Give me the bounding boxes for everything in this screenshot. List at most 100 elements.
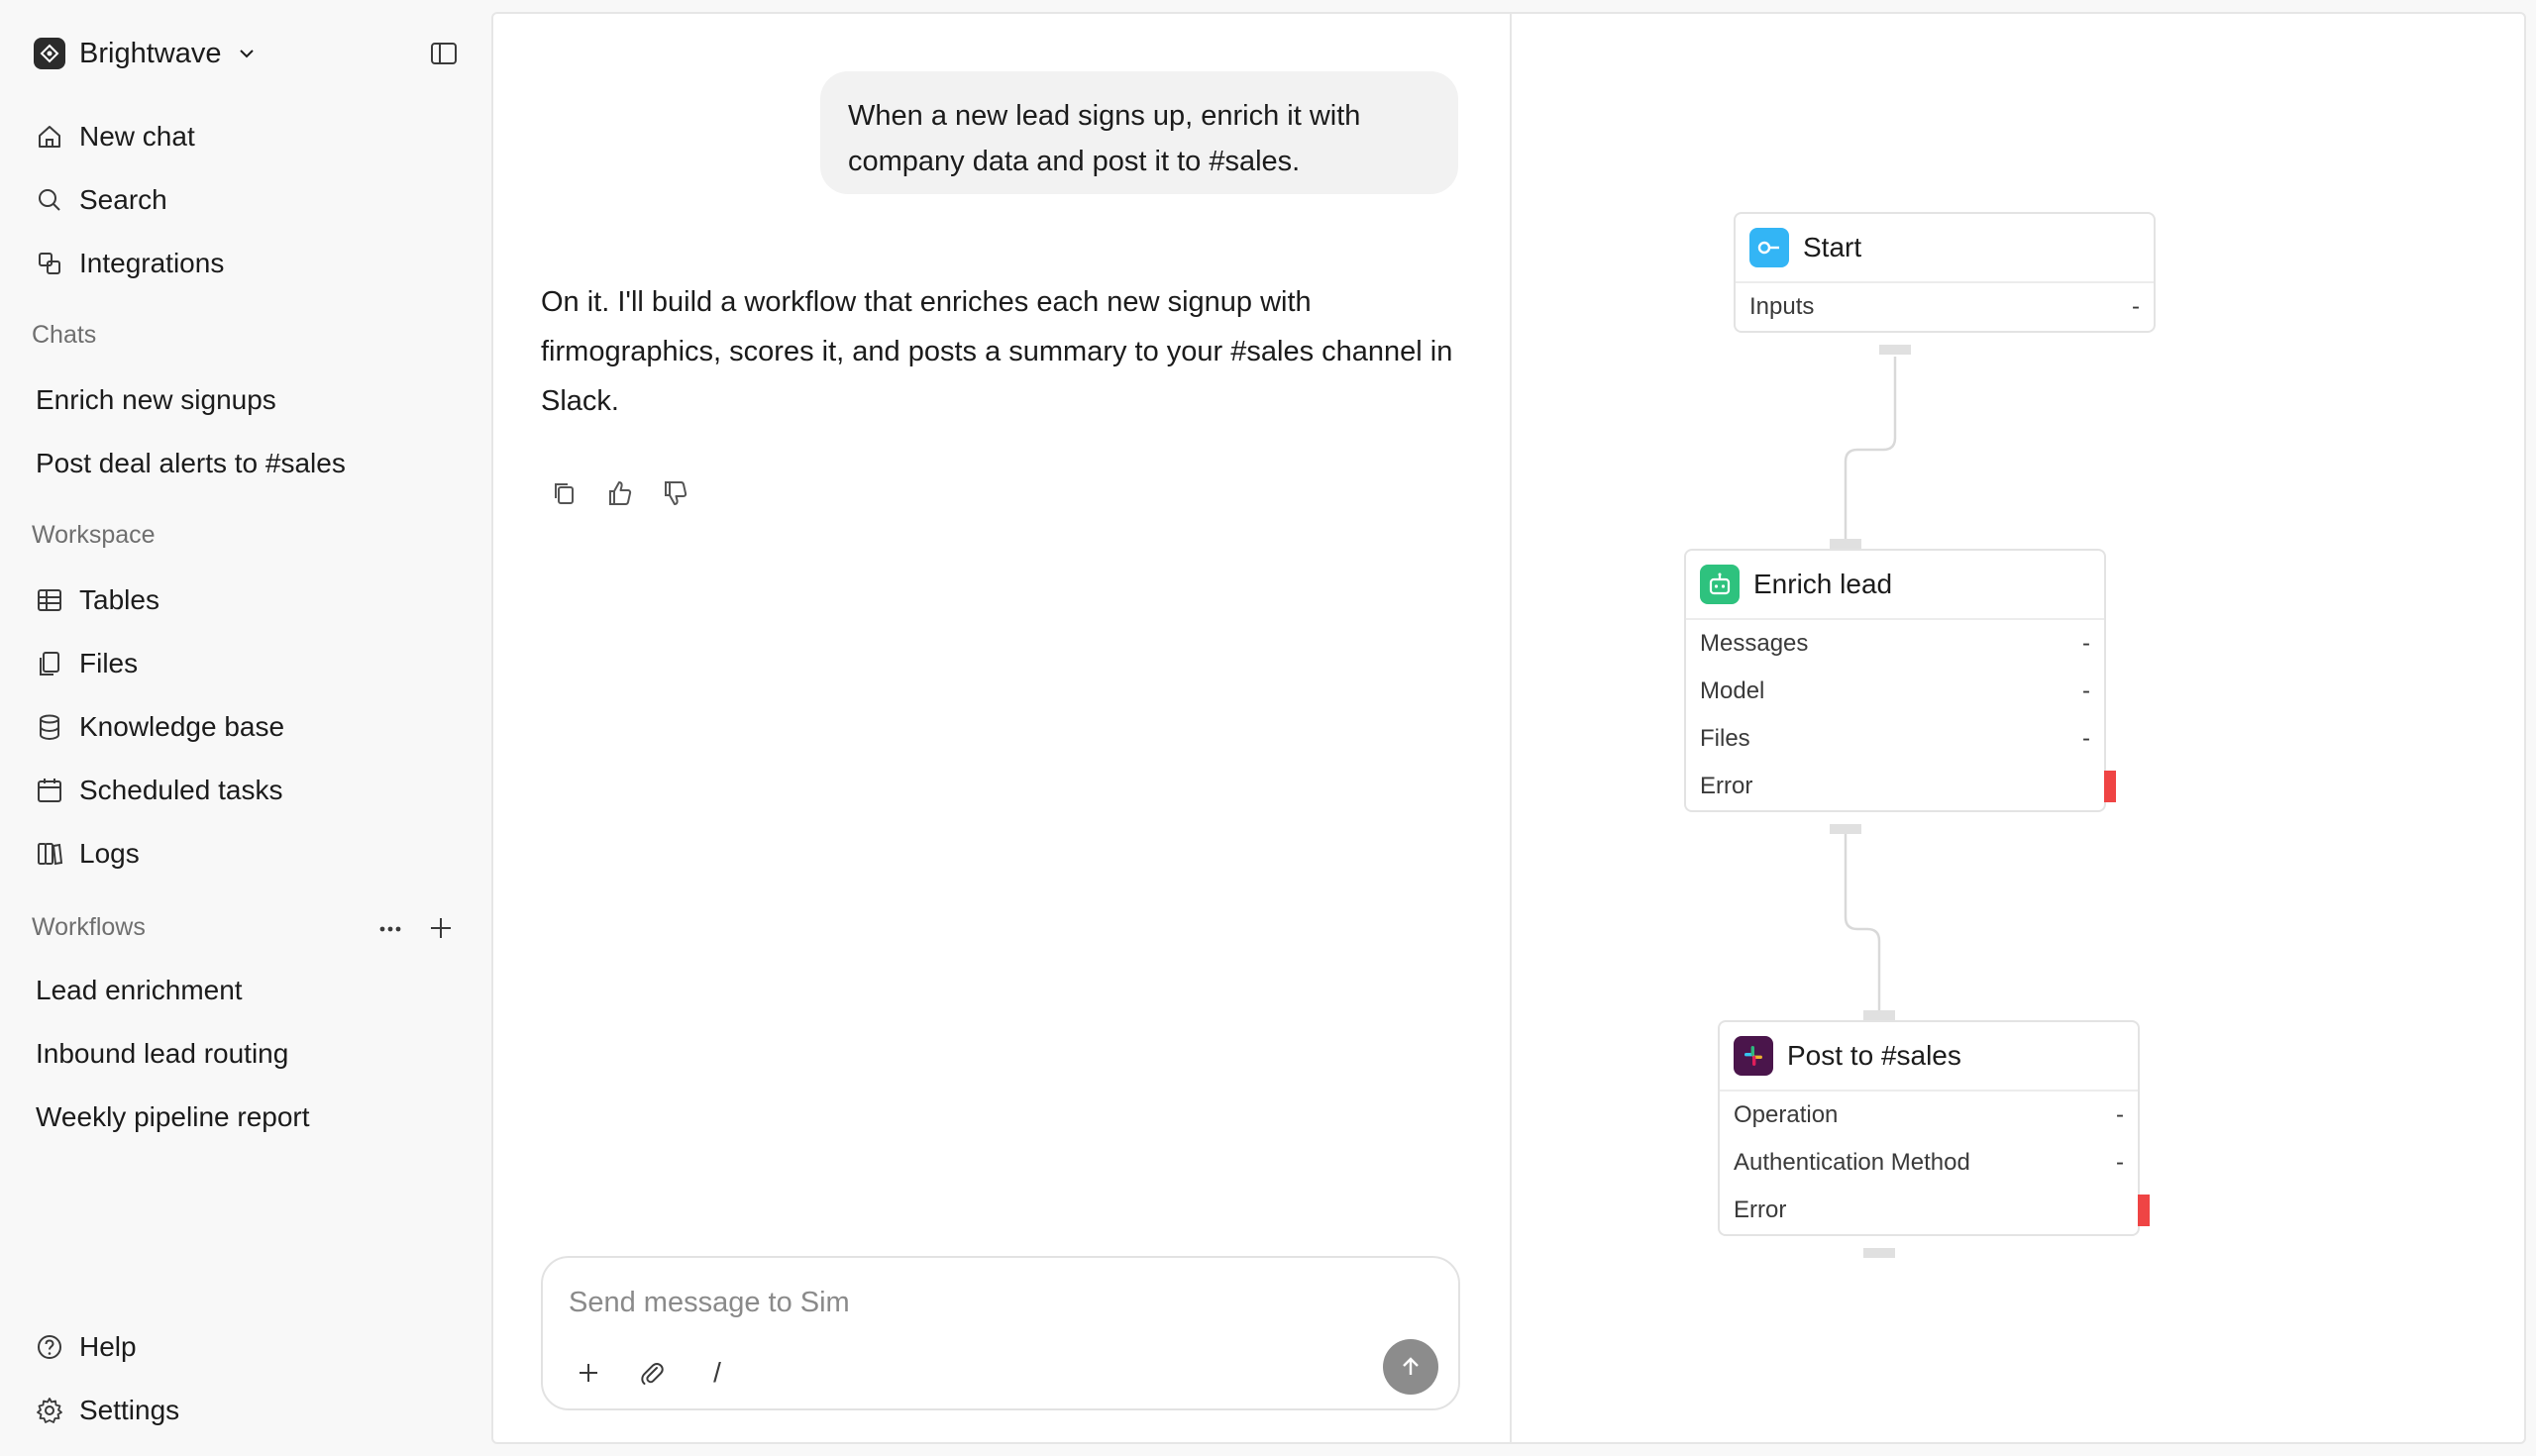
field-label: Error (1700, 773, 1753, 799)
message-composer: / (541, 1256, 1460, 1410)
node-header: Start (1736, 214, 2154, 283)
agent-icon (1700, 565, 1740, 604)
assistant-message: On it. I'll build a workflow that enrich… (541, 286, 1453, 417)
workflow-canvas[interactable]: Start Inputs - Enrich lead Messages - Mo… (1512, 14, 2526, 1442)
search-icon (34, 184, 65, 216)
field-value: - (2082, 725, 2090, 752)
workspace-switcher[interactable]: Brightwave (34, 34, 259, 73)
workflow-item[interactable]: Weekly pipeline report (36, 1101, 310, 1133)
arrow-up-icon (1403, 1357, 1419, 1375)
workflow-item[interactable]: Lead enrichment (36, 975, 243, 1006)
nav-integrations[interactable]: Integrations (34, 240, 224, 287)
workflow-node-post-to-sales[interactable]: Post to #sales Operation - Authenticatio… (1718, 1020, 2150, 1236)
nav-label: Settings (79, 1395, 180, 1425)
field-label: Files (1700, 725, 1750, 752)
add-workflow-icon[interactable] (424, 911, 458, 945)
output-handle[interactable] (1863, 1248, 1895, 1258)
nav-tables[interactable]: Tables (34, 576, 159, 624)
chats-section-label: Chats (32, 321, 97, 349)
node-title: Start (1803, 232, 1862, 262)
nav-scheduled-tasks[interactable]: Scheduled tasks (34, 767, 282, 814)
add-icon[interactable] (573, 1357, 604, 1389)
node-field-error[interactable]: Error (1686, 763, 2116, 810)
edge-start-enrich (1844, 357, 1897, 545)
edge-enrich-post (1844, 832, 1881, 1016)
chat-item[interactable]: Enrich new signups (36, 384, 276, 416)
field-value: - (2082, 677, 2090, 704)
sidebar-toggle-icon[interactable] (428, 38, 460, 69)
field-label: Messages (1700, 630, 1809, 657)
workflow-node-start[interactable]: Start Inputs - (1734, 212, 2156, 333)
field-value: - (2116, 1149, 2124, 1176)
gear-icon (34, 1395, 65, 1426)
help-icon (34, 1331, 65, 1363)
home-icon (34, 121, 65, 153)
nav-label: Files (79, 648, 139, 678)
field-label: Operation (1734, 1101, 1839, 1128)
nav-knowledge-base[interactable]: Knowledge base (34, 703, 284, 751)
node-field[interactable]: Inputs - (1736, 283, 2154, 331)
thumbs-down-icon[interactable] (660, 477, 691, 509)
workspace-logo-icon (34, 38, 65, 69)
send-button[interactable] (1383, 1339, 1438, 1395)
output-handle[interactable] (1830, 824, 1861, 834)
workflow-node-enrich-lead[interactable]: Enrich lead Messages - Model - Files - E… (1684, 549, 2116, 812)
copy-icon[interactable] (549, 477, 581, 509)
main-panel: When a new lead signs up, enrich it with… (491, 12, 2526, 1444)
input-handle[interactable] (1863, 1010, 1895, 1020)
logs-icon (34, 838, 65, 870)
message-actions (549, 477, 691, 509)
chat-item[interactable]: Post deal alerts to #sales (36, 448, 346, 479)
node-header: Post to #sales (1720, 1022, 2138, 1092)
nav-files[interactable]: Files (34, 640, 138, 687)
node-header: Enrich lead (1686, 551, 2104, 620)
node-field[interactable]: Files - (1686, 715, 2104, 763)
nav-help[interactable]: Help (34, 1323, 137, 1371)
nav-label: New chat (79, 121, 195, 152)
workflow-item[interactable]: Inbound lead routing (36, 1038, 288, 1070)
node-field[interactable]: Authentication Method - (1720, 1139, 2138, 1187)
thumbs-up-icon[interactable] (604, 477, 636, 509)
node-title: Enrich lead (1753, 569, 1893, 599)
field-label: Model (1700, 677, 1765, 704)
error-handle[interactable] (2138, 1195, 2150, 1226)
files-icon (34, 648, 65, 679)
nav-settings[interactable]: Settings (34, 1387, 179, 1434)
field-value: - (2082, 630, 2090, 657)
output-handle[interactable] (1879, 345, 1911, 355)
nav-label: Logs (79, 838, 140, 869)
user-message: When a new lead signs up, enrich it with… (820, 71, 1458, 194)
field-value: - (2132, 293, 2140, 320)
node-field-error[interactable]: Error (1720, 1187, 2150, 1234)
workspace-name: Brightwave (79, 37, 222, 69)
nav-label: Search (79, 184, 167, 215)
node-title: Post to #sales (1787, 1040, 1961, 1071)
attach-icon[interactable] (636, 1357, 668, 1389)
nav-label: Integrations (79, 248, 225, 278)
database-icon (34, 711, 65, 743)
integrations-icon (34, 248, 65, 279)
workflows-section-label: Workflows (32, 913, 146, 941)
start-icon (1749, 228, 1789, 267)
more-options-icon[interactable] (374, 913, 406, 945)
calendar-icon (34, 775, 65, 806)
message-input[interactable] (569, 1282, 1361, 1323)
nav-label: Help (79, 1331, 137, 1362)
nav-label: Knowledge base (79, 711, 285, 742)
sidebar: Brightwave New chat Search Integrations … (0, 0, 491, 1456)
nav-label: Scheduled tasks (79, 775, 283, 805)
slack-icon (1734, 1036, 1773, 1076)
node-field[interactable]: Messages - (1686, 620, 2104, 668)
node-field[interactable]: Operation - (1720, 1092, 2138, 1139)
field-label: Authentication Method (1734, 1149, 1970, 1176)
field-label: Inputs (1749, 293, 1815, 320)
slash-command-button[interactable]: / (701, 1357, 733, 1389)
nav-search[interactable]: Search (34, 176, 167, 224)
input-handle[interactable] (1830, 539, 1861, 549)
nav-logs[interactable]: Logs (34, 830, 140, 878)
nav-new-chat[interactable]: New chat (34, 113, 195, 160)
error-handle[interactable] (2104, 771, 2116, 802)
chevron-down-icon (240, 50, 255, 58)
node-field[interactable]: Model - (1686, 668, 2104, 715)
workspace-section-label: Workspace (32, 521, 156, 549)
